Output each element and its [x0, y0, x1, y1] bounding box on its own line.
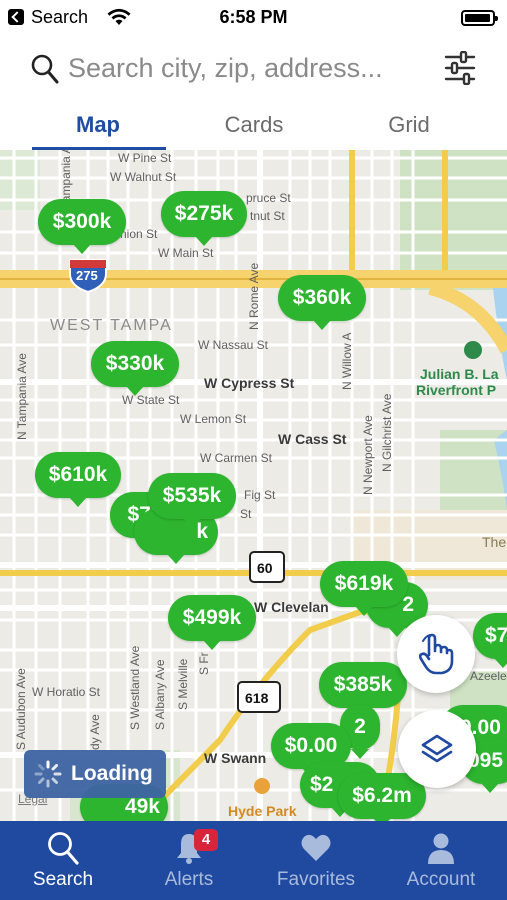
- price-marker[interactable]: $499k: [168, 595, 256, 650]
- loading-indicator: Loading: [24, 750, 166, 798]
- street-carmen: W Carmen St: [200, 451, 273, 465]
- hand-pointer-icon: [418, 633, 454, 675]
- street-fr: S Fr: [197, 652, 211, 675]
- nav-alerts-label: Alerts: [164, 869, 214, 890]
- hyde-park-label: Hyde Park: [228, 803, 297, 819]
- i275-shield-label: 275: [76, 268, 98, 283]
- bottom-navigation: Search 4 Alerts Favorites Account: [0, 821, 507, 900]
- street-lemon: W Lemon St: [180, 412, 247, 426]
- tab-cards[interactable]: Cards: [184, 112, 324, 138]
- price-marker[interactable]: $610k: [35, 452, 121, 507]
- loading-label: Loading: [71, 762, 153, 785]
- nav-search-label: Search: [32, 869, 94, 890]
- street-rome: N Rome Ave: [247, 262, 261, 330]
- search-input[interactable]: [68, 51, 428, 85]
- status-bar: Search 6:58 PM: [0, 0, 507, 36]
- west-tampa-label: WEST TAMPA: [50, 317, 173, 334]
- street-dy: dy Ave: [88, 714, 102, 750]
- the-label: The: [482, 534, 507, 550]
- fl60-shield-label: 60: [257, 560, 273, 576]
- street-nassau: W Nassau St: [198, 338, 269, 352]
- price-marker[interactable]: $300k: [38, 199, 126, 254]
- street-tampania: N Tampania Ave: [15, 353, 29, 440]
- search-bar: [0, 36, 507, 102]
- street-union: nion St: [120, 227, 158, 241]
- street-spruce: pruce St: [246, 191, 291, 205]
- nav-alerts[interactable]: 4 Alerts: [126, 821, 252, 900]
- tab-grid[interactable]: Grid: [339, 112, 479, 138]
- street-main: W Main St: [158, 246, 214, 260]
- nav-favorites-label: Favorites: [276, 869, 356, 890]
- street-audubon: S Audubon Ave: [14, 668, 28, 750]
- street-albany: S Albany Ave: [153, 659, 167, 731]
- price-marker[interactable]: $385k: [319, 662, 407, 717]
- price-marker[interactable]: $619k: [320, 561, 408, 616]
- view-tabs: Map Cards Grid: [0, 102, 507, 150]
- nav-account-label: Account: [406, 869, 476, 890]
- heart-icon: [301, 834, 331, 861]
- street-fig: Fig St: [244, 488, 276, 502]
- tab-map[interactable]: Map: [28, 112, 168, 138]
- street-horatio: W Horatio St: [32, 685, 101, 699]
- spinner-icon: [34, 760, 62, 788]
- street-gilchrist: N Gilchrist Ave: [380, 393, 394, 472]
- person-icon: [428, 833, 454, 864]
- draw-area-button[interactable]: [397, 615, 475, 693]
- layers-icon: [421, 734, 453, 763]
- status-time: 6:58 PM: [219, 7, 288, 27]
- street-fig-2: St: [240, 507, 252, 521]
- nav-search[interactable]: Search: [0, 821, 126, 900]
- price-marker[interactable]: $330k: [91, 341, 179, 396]
- price-marker[interactable]: $360k: [278, 275, 366, 330]
- street-melville: S Melville: [176, 658, 190, 710]
- julian-park-label-1: Julian B. La: [420, 366, 499, 382]
- street-willow: N Willow A: [340, 332, 354, 390]
- street-chestnut: tnut St: [250, 209, 285, 223]
- search-icon: [48, 832, 79, 865]
- street-swann: W Swann: [204, 750, 267, 766]
- nav-account[interactable]: Account: [378, 821, 504, 900]
- map-layers-button[interactable]: [398, 710, 476, 788]
- street-walnut: W Walnut St: [110, 170, 177, 184]
- street-cleveland: W Clevelan: [254, 599, 329, 615]
- nav-favorites[interactable]: Favorites: [253, 821, 379, 900]
- filter-sliders-icon[interactable]: [444, 51, 476, 85]
- fl618-shield-label: 618: [245, 690, 269, 706]
- price-marker[interactable]: $275k: [161, 191, 247, 246]
- street-westland: S Westland Ave: [128, 645, 142, 730]
- search-icon: [31, 54, 59, 84]
- alerts-badge: 4: [194, 829, 218, 851]
- julian-park-label-2: Riverfront P: [416, 382, 497, 398]
- street-azeele: Azeele: [470, 669, 507, 683]
- street-cass: W Cass St: [278, 431, 347, 447]
- street-cypress: W Cypress St: [204, 375, 295, 391]
- price-marker[interactable]: $535k: [148, 473, 236, 528]
- battery-icon: [461, 10, 498, 26]
- street-newport: N Newport Ave: [361, 415, 375, 495]
- street-pine: W Pine St: [118, 151, 172, 165]
- map-view[interactable]: 275 60 618 WEST TAMPA Julian B. La River…: [0, 150, 507, 821]
